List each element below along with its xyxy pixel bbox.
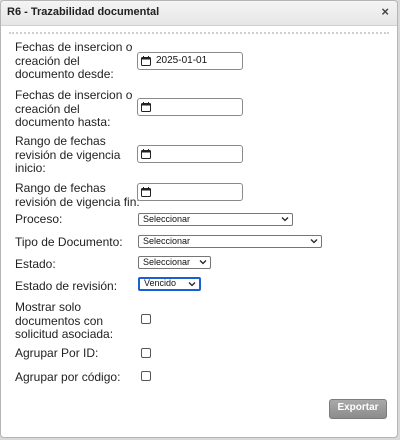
tipo-documento-label: Tipo de Documento: xyxy=(15,235,123,249)
chevron-down-icon xyxy=(310,239,318,244)
report-dialog: R6 - Trazabilidad documental × Fechas de… xyxy=(0,0,398,438)
fecha-desde-value: 2025-01-01 xyxy=(156,55,208,66)
calendar-icon xyxy=(141,187,151,197)
revision-fin-input[interactable] xyxy=(137,183,243,201)
proceso-selected: Seleccionar xyxy=(143,214,191,224)
estado-revision-select[interactable]: Vencido xyxy=(138,277,201,291)
calendar-icon xyxy=(141,56,151,66)
agrupar-codigo-label: Agrupar por código: xyxy=(15,370,121,384)
divider xyxy=(9,32,389,34)
estado-label: Estado: xyxy=(15,257,56,271)
chevron-down-icon xyxy=(188,282,196,287)
proceso-select[interactable]: Seleccionar xyxy=(138,213,293,226)
tipo-documento-selected: Seleccionar xyxy=(143,236,191,246)
fecha-desde-label: Fechas de insercion o creación del docum… xyxy=(15,40,133,81)
close-icon[interactable]: × xyxy=(381,4,389,19)
export-button[interactable]: Exportar xyxy=(329,399,387,419)
agrupar-id-checkbox[interactable] xyxy=(141,348,151,358)
solicitud-checkbox[interactable] xyxy=(141,314,151,324)
calendar-icon xyxy=(141,102,151,112)
revision-inicio-input[interactable] xyxy=(137,145,243,163)
estado-revision-label: Estado de revisión: xyxy=(15,279,118,293)
solicitud-label: Mostrar solo documentos con solicitud as… xyxy=(15,300,114,341)
dialog-title: R6 - Trazabilidad documental xyxy=(7,6,160,18)
chevron-down-icon xyxy=(199,260,207,265)
estado-select[interactable]: Seleccionar xyxy=(138,256,211,269)
agrupar-codigo-checkbox[interactable] xyxy=(141,371,151,381)
estado-revision-selected: Vencido xyxy=(144,278,177,288)
agrupar-id-label: Agrupar Por ID: xyxy=(15,346,99,360)
fecha-hasta-label: Fechas de insercion o creación del docum… xyxy=(15,88,133,129)
fecha-desde-input[interactable]: 2025-01-01 xyxy=(137,52,243,70)
estado-selected: Seleccionar xyxy=(143,257,191,267)
tipo-documento-select[interactable]: Seleccionar xyxy=(138,235,322,248)
chevron-down-icon xyxy=(281,217,289,222)
fecha-hasta-input[interactable] xyxy=(137,98,243,116)
calendar-icon xyxy=(141,149,151,159)
dialog-titlebar: R6 - Trazabilidad documental × xyxy=(1,1,397,26)
revision-fin-label: Rango de fechas revisión de vigencia fin… xyxy=(15,181,140,209)
revision-inicio-label: Rango de fechas revisión de vigencia ini… xyxy=(15,134,121,175)
proceso-label: Proceso: xyxy=(15,212,63,226)
